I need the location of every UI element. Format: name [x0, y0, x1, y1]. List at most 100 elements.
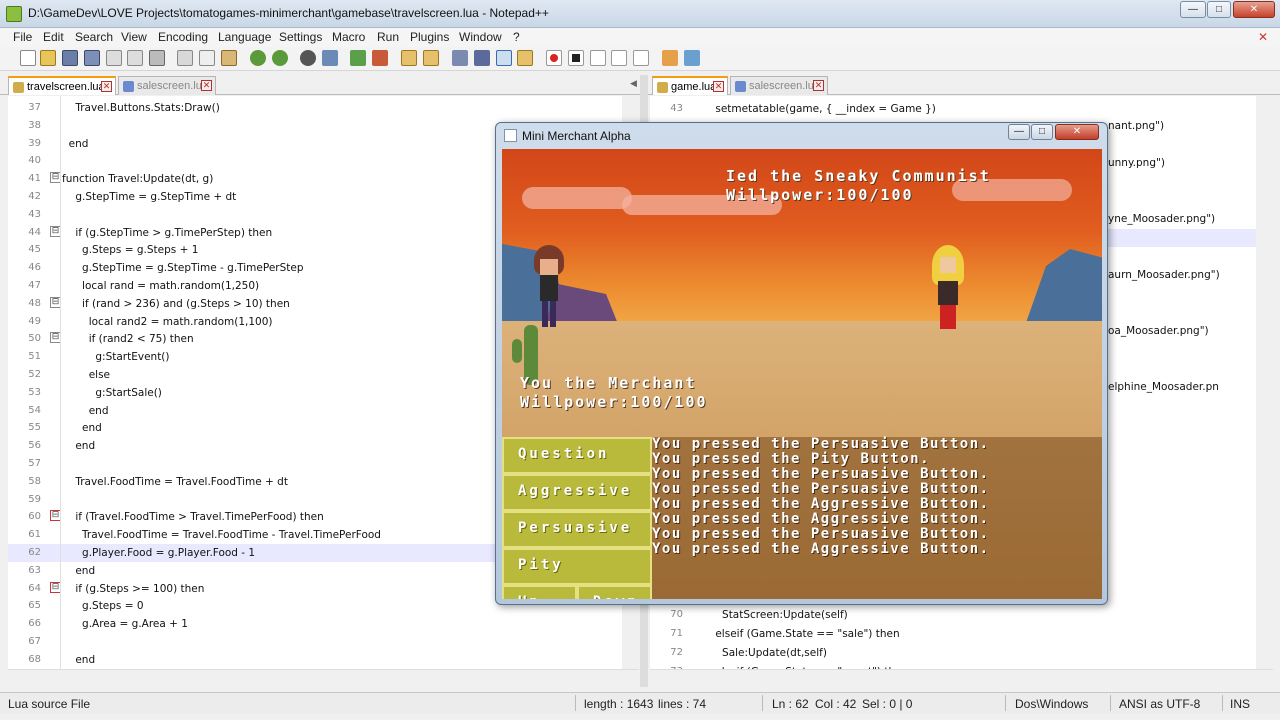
code-text: g.Steps = g.Steps + 1 — [62, 244, 199, 257]
all-chars-icon[interactable] — [474, 50, 490, 66]
save-icon[interactable] — [62, 50, 78, 66]
toolbar — [0, 47, 1280, 71]
close-doc-icon[interactable]: ✕ — [1258, 30, 1268, 44]
status-bar: Lua source File length : 1643 lines : 74… — [0, 692, 1280, 714]
tab-game[interactable]: game.lua ✕ — [652, 76, 728, 95]
left-horizontal-scrollbar[interactable] — [8, 669, 639, 686]
right-vertical-scrollbar[interactable] — [1256, 96, 1273, 669]
save-all-icon[interactable] — [84, 50, 100, 66]
tab-close-icon[interactable]: ✕ — [813, 80, 824, 91]
player-sprite — [530, 245, 570, 330]
menu-encoding[interactable]: Encoding — [158, 30, 208, 44]
code-text: StatScreen:Update(self) — [702, 609, 848, 621]
cut-icon[interactable] — [177, 50, 193, 66]
indent-guide-icon[interactable] — [496, 50, 512, 66]
file-icon — [13, 82, 24, 93]
menu-help[interactable]: ? — [513, 30, 520, 44]
code-line[interactable]: 68 end — [8, 651, 622, 669]
window-title: D:\GameDev\LOVE Projects\tomatogames-min… — [28, 6, 549, 20]
code-line[interactable]: 70 StatScreen:Update(self) — [650, 606, 1256, 624]
question-button[interactable]: Question — [502, 437, 652, 474]
aggressive-button[interactable]: Aggressive — [502, 474, 652, 511]
tab-close-icon[interactable]: ✕ — [101, 81, 112, 92]
game-window[interactable]: Mini Merchant Alpha — □ ✕ Ied the Sneaky… — [495, 122, 1108, 605]
doc-map-icon[interactable] — [517, 50, 533, 66]
print-icon[interactable] — [149, 50, 165, 66]
replace-icon[interactable] — [322, 50, 338, 66]
game-window-icon — [504, 129, 517, 142]
tab-close-icon[interactable]: ✕ — [713, 81, 724, 92]
undo-icon[interactable] — [250, 50, 266, 66]
code-line[interactable]: 37 Travel.Buttons.Stats:Draw() — [8, 99, 622, 117]
menu-file[interactable]: File — [13, 30, 32, 44]
open-file-icon[interactable] — [40, 50, 56, 66]
copy-icon[interactable] — [199, 50, 215, 66]
code-fragment: elphine_Moosader.pn — [1108, 381, 1219, 393]
launch-icon[interactable] — [662, 50, 678, 66]
persuasive-button[interactable]: Persuasive — [502, 511, 652, 548]
menu-search[interactable]: Search — [75, 30, 113, 44]
wrap-icon[interactable] — [452, 50, 468, 66]
game-maximize-button[interactable]: □ — [1031, 124, 1053, 140]
menu-settings[interactable]: Settings — [279, 30, 322, 44]
code-line[interactable]: 72 Sale:Update(dt,self) — [650, 644, 1256, 662]
stop-macro-icon[interactable] — [568, 50, 584, 66]
menu-run[interactable]: Run — [377, 30, 399, 44]
tab-scroll-icon[interactable]: ◀ — [630, 78, 637, 89]
merchant-sprite — [930, 245, 970, 335]
game-canvas[interactable]: Ied the Sneaky Communist Willpower:100/1… — [502, 149, 1102, 599]
menu-edit[interactable]: Edit — [43, 30, 64, 44]
menu-plugins[interactable]: Plugins — [410, 30, 449, 44]
find-icon[interactable] — [300, 50, 316, 66]
pity-button[interactable]: Pity — [502, 548, 652, 585]
line-number: 68 — [28, 653, 41, 665]
menu-view[interactable]: View — [121, 30, 147, 44]
code-line[interactable]: 66 g.Area = g.Area + 1 — [8, 615, 622, 633]
cloud — [522, 187, 632, 209]
code-text: end — [62, 137, 89, 150]
log-line: You pressed the Aggressive Button. — [652, 541, 990, 557]
spellcheck-icon[interactable] — [684, 50, 700, 66]
zoom-in-icon[interactable] — [350, 50, 366, 66]
new-file-icon[interactable] — [20, 50, 36, 66]
tab-travelscreen[interactable]: travelscreen.lua ✕ — [8, 76, 116, 95]
code-line[interactable]: 67 — [8, 633, 622, 651]
zoom-out-icon[interactable] — [372, 50, 388, 66]
play-macro-icon[interactable] — [590, 50, 606, 66]
paste-icon[interactable] — [221, 50, 237, 66]
redo-icon[interactable] — [272, 50, 288, 66]
close-icon[interactable] — [106, 50, 122, 66]
menu-macro[interactable]: Macro — [332, 30, 365, 44]
close-button[interactable]: ✕ — [1233, 1, 1275, 18]
sync-v-icon[interactable] — [401, 50, 417, 66]
run-macro-icon[interactable] — [611, 50, 627, 66]
code-text: Travel.Buttons.Stats:Draw() — [62, 102, 220, 114]
line-number: 60 — [28, 511, 41, 523]
status-eol: Dos\Windows — [1015, 697, 1089, 711]
code-text: local rand2 = math.random(1,100) — [62, 315, 273, 328]
maximize-button[interactable]: □ — [1207, 1, 1231, 18]
game-close-button[interactable]: ✕ — [1055, 124, 1099, 140]
code-fragment: yne_Moosader.png") — [1108, 213, 1216, 225]
tab-salescreen[interactable]: salescreen.lua ✕ — [118, 76, 216, 95]
tab-salescreen-right[interactable]: salescreen.lua ✕ — [730, 76, 828, 95]
up-button[interactable]: Up — [502, 585, 577, 599]
save-macro-icon[interactable] — [633, 50, 649, 66]
code-text: end — [62, 404, 109, 417]
code-line[interactable]: 71 elseif (Game.State == "sale") then — [650, 625, 1256, 643]
minimize-button[interactable]: — — [1180, 1, 1206, 18]
tab-close-icon[interactable]: ✕ — [201, 80, 212, 91]
record-macro-icon[interactable] — [546, 50, 562, 66]
log-line: You pressed the Persuasive Button. — [652, 436, 990, 452]
code-line[interactable]: 43 setmetatable(game, { __index = Game }… — [650, 100, 1256, 118]
code-text: g.Player.Food = g.Player.Food - 1 — [62, 547, 256, 559]
sync-h-icon[interactable] — [423, 50, 439, 66]
menu-language[interactable]: Language — [218, 30, 271, 44]
line-number: 39 — [28, 137, 41, 149]
menu-window[interactable]: Window — [459, 30, 502, 44]
game-minimize-button[interactable]: — — [1008, 124, 1030, 140]
down-button[interactable]: Down — [577, 585, 652, 599]
close-all-icon[interactable] — [127, 50, 143, 66]
line-number: 37 — [28, 102, 41, 113]
right-horizontal-scrollbar[interactable] — [650, 669, 1273, 686]
